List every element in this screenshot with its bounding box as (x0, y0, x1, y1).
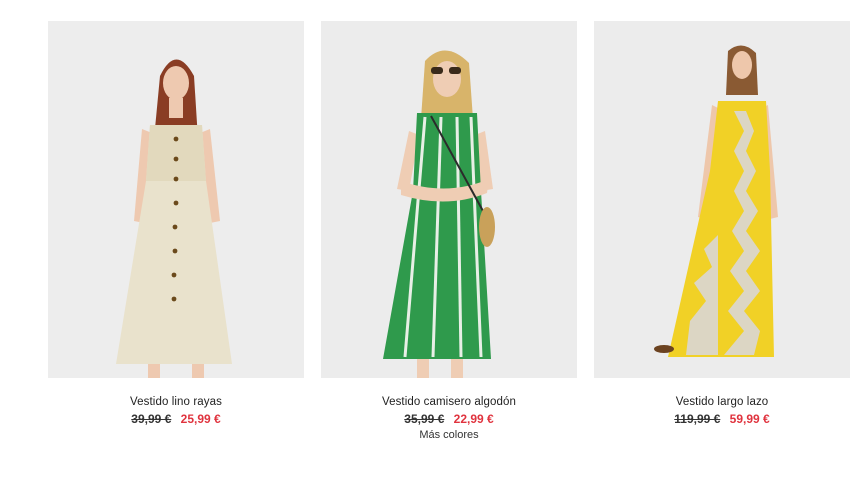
product-photo-shirt-dress (321, 21, 577, 378)
product-image[interactable] (594, 21, 850, 378)
product-name[interactable]: Vestido largo lazo (594, 395, 850, 410)
product-photo-linen-dress (48, 21, 304, 378)
price-row: 39,99 € 25,99 € (48, 411, 304, 427)
product-image[interactable] (321, 21, 577, 378)
sale-price: 22,99 € (453, 412, 494, 426)
sale-price: 25,99 € (180, 412, 221, 426)
product-card[interactable]: Vestido largo lazo 119,99 € 59,99 € (594, 21, 850, 427)
more-colors-link[interactable]: Más colores (321, 428, 577, 443)
product-name[interactable]: Vestido camisero algodón (321, 395, 577, 410)
original-price: 39,99 € (131, 412, 172, 426)
sale-price: 59,99 € (729, 412, 770, 426)
original-price: 119,99 € (674, 412, 721, 426)
original-price: 35,99 € (404, 412, 445, 426)
product-photo-long-dress (594, 21, 850, 378)
price-row: 35,99 € 22,99 € (321, 411, 577, 427)
product-name[interactable]: Vestido lino rayas (48, 395, 304, 410)
product-card[interactable]: Vestido lino rayas 39,99 € 25,99 € (48, 21, 304, 427)
product-image[interactable] (48, 21, 304, 378)
price-row: 119,99 € 59,99 € (594, 411, 850, 427)
product-card[interactable]: Vestido camisero algodón 35,99 € 22,99 €… (321, 21, 577, 443)
